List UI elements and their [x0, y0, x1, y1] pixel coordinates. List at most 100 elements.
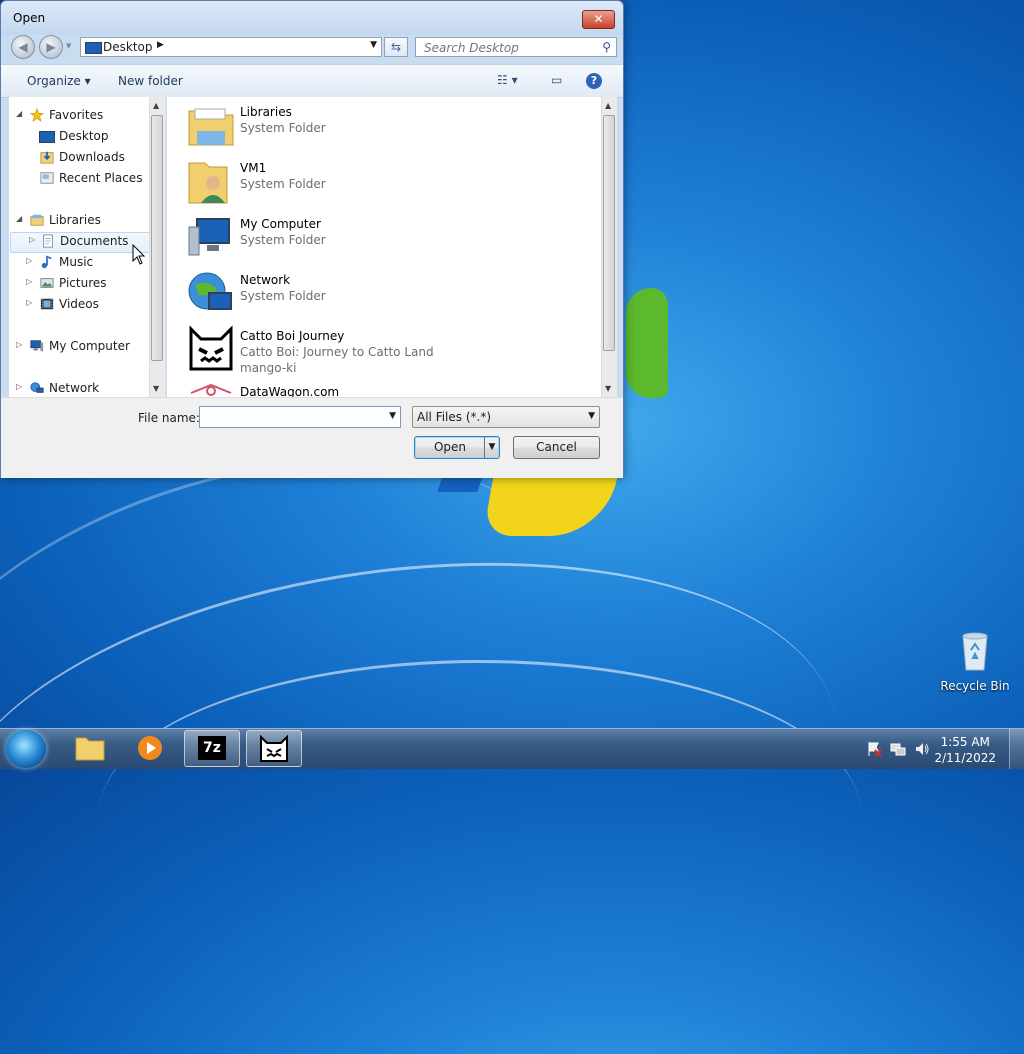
network-status-icon[interactable] — [890, 741, 906, 757]
cancel-button[interactable]: Cancel — [513, 436, 600, 459]
system-clock[interactable]: 1:55 AM 2/11/2022 — [934, 734, 996, 766]
file-name: VM1 — [240, 161, 267, 175]
file-name-field[interactable]: ▼ — [199, 406, 401, 428]
list-item[interactable]: DataWagon.com — [187, 381, 587, 397]
list-item[interactable]: Libraries System Folder — [187, 101, 587, 153]
desktop-icon — [39, 131, 55, 143]
nav-documents[interactable]: ▷ Documents — [10, 232, 150, 253]
file-name: Network — [240, 273, 291, 287]
nav-my-computer-label: My Computer — [49, 339, 130, 353]
wallpaper-logo-blue — [437, 476, 483, 492]
collapsed-icon[interactable]: ▷ — [26, 298, 32, 307]
nav-downloads[interactable]: Downloads — [39, 149, 149, 168]
file-name: My Computer — [240, 217, 321, 231]
file-name: Libraries — [240, 105, 292, 119]
nav-desktop[interactable]: Desktop — [39, 128, 149, 147]
expanded-icon[interactable]: ◢ — [16, 214, 22, 223]
recycle-bin-label: Recycle Bin — [940, 679, 1010, 693]
list-item[interactable]: Catto Boi Journey Catto Boi: Journey to … — [187, 325, 587, 377]
open-button[interactable]: Open ▼ — [414, 436, 500, 459]
collapsed-icon[interactable]: ▷ — [29, 235, 35, 244]
wallpaper-logo-green — [626, 288, 668, 398]
scrollbar-thumb[interactable] — [603, 115, 615, 351]
show-desktop-button[interactable] — [1009, 729, 1024, 769]
change-view-icon[interactable]: ☷ ▾ — [497, 73, 518, 87]
taskbar-7zip[interactable]: 7z — [184, 730, 240, 767]
forward-button[interactable]: ▶ — [39, 35, 63, 59]
taskbar-media-player[interactable] — [122, 730, 178, 767]
nav-libraries-label: Libraries — [49, 213, 101, 227]
help-icon[interactable]: ? — [586, 73, 602, 89]
clock-date: 2/11/2022 — [934, 751, 996, 765]
file-type-select[interactable]: All Files (*.*) ▼ — [412, 406, 600, 428]
search-icon[interactable]: ⚲ — [602, 40, 611, 54]
volume-icon[interactable] — [914, 741, 930, 757]
recent-locations-dropdown[interactable]: ▼ — [66, 42, 71, 50]
libraries-icon — [30, 214, 44, 226]
recycle-bin[interactable]: Recycle Bin — [940, 630, 1010, 693]
collapsed-icon[interactable]: ▷ — [26, 256, 32, 265]
file-list-scrollbar[interactable]: ▲ ▼ — [601, 97, 617, 397]
dialog-titlebar[interactable]: Open ✕ — [1, 1, 623, 35]
collapsed-icon[interactable]: ▷ — [16, 382, 22, 391]
list-item[interactable]: My Computer System Folder — [187, 213, 587, 265]
computer-icon — [188, 218, 230, 256]
organize-button[interactable]: Organize ▾ — [27, 74, 91, 88]
preview-pane-icon[interactable]: ▭ — [551, 73, 562, 87]
wallpaper-logo-yellow — [482, 478, 618, 536]
search-input[interactable] — [422, 39, 596, 57]
dialog-title: Open — [13, 11, 46, 25]
chevron-down-icon[interactable]: ▼ — [370, 40, 377, 50]
nav-videos[interactable]: ▷ Videos — [26, 296, 149, 315]
star-icon — [30, 108, 44, 122]
navigation-scrollbar[interactable]: ▲ ▼ — [149, 97, 165, 397]
computer-icon — [30, 340, 44, 352]
nav-favorites[interactable]: ◢ Favorites — [16, 107, 149, 126]
list-item[interactable]: VM1 System Folder — [187, 157, 587, 209]
address-bar[interactable]: Desktop ▶ ▼ — [80, 37, 382, 57]
nav-pictures[interactable]: ▷ Pictures — [26, 275, 149, 294]
refresh-button[interactable]: ⇆ — [384, 37, 408, 57]
file-name-label: File name: — [138, 411, 200, 425]
taskbar-catto-boi[interactable] — [246, 730, 302, 767]
new-folder-button[interactable]: New folder — [118, 74, 183, 88]
scroll-down-icon[interactable]: ▼ — [605, 384, 611, 393]
open-dialog: Open ✕ ◀ ▶ ▼ Desktop ▶ ▼ ⇆ ⚲ Organize ▾ … — [0, 0, 624, 478]
nav-libraries[interactable]: ◢ Libraries — [16, 212, 149, 231]
scrollbar-thumb[interactable] — [151, 115, 163, 361]
scroll-up-icon[interactable]: ▲ — [153, 101, 159, 110]
documents-icon — [43, 234, 53, 248]
file-description: Catto Boi: Journey to Catto Land — [240, 345, 434, 359]
address-path[interactable]: Desktop — [103, 40, 153, 54]
start-button[interactable] — [6, 730, 46, 768]
back-button[interactable]: ◀ — [11, 35, 35, 59]
mouse-cursor-icon — [132, 244, 146, 265]
chevron-down-icon[interactable]: ▼ — [389, 411, 396, 421]
nav-favorites-label: Favorites — [49, 108, 104, 122]
expanded-icon[interactable]: ◢ — [16, 109, 22, 118]
scroll-down-icon[interactable]: ▼ — [153, 384, 159, 393]
chevron-right-icon[interactable]: ▶ — [157, 40, 164, 50]
open-options-icon[interactable]: ▼ — [484, 437, 499, 458]
media-player-icon — [138, 736, 162, 760]
taskbar-explorer[interactable] — [62, 730, 118, 767]
nav-pictures-label: Pictures — [59, 276, 107, 290]
network-icon — [188, 272, 232, 310]
file-list: Libraries System Folder VM1 System Folde… — [167, 97, 616, 397]
7zip-icon: 7z — [198, 736, 226, 760]
file-name: Catto Boi Journey — [240, 329, 345, 343]
collapsed-icon[interactable]: ▷ — [26, 277, 32, 286]
collapsed-icon[interactable]: ▷ — [16, 340, 22, 349]
scroll-up-icon[interactable]: ▲ — [605, 101, 611, 110]
close-button[interactable]: ✕ — [582, 10, 615, 29]
search-box[interactable]: ⚲ — [415, 37, 617, 57]
dialog-footer: File name: ▼ All Files (*.*) ▼ Open ▼ Ca… — [1, 397, 623, 478]
nav-recent-places[interactable]: Recent Places — [39, 170, 149, 189]
network-icon — [30, 382, 44, 393]
list-item[interactable]: Network System Folder — [187, 269, 587, 321]
nav-my-computer[interactable]: ▷ My Computer — [16, 338, 149, 357]
user-folder-icon — [188, 162, 228, 204]
chevron-down-icon[interactable]: ▼ — [588, 411, 595, 421]
file-name-input[interactable] — [203, 409, 387, 425]
action-center-icon[interactable] — [866, 741, 882, 757]
